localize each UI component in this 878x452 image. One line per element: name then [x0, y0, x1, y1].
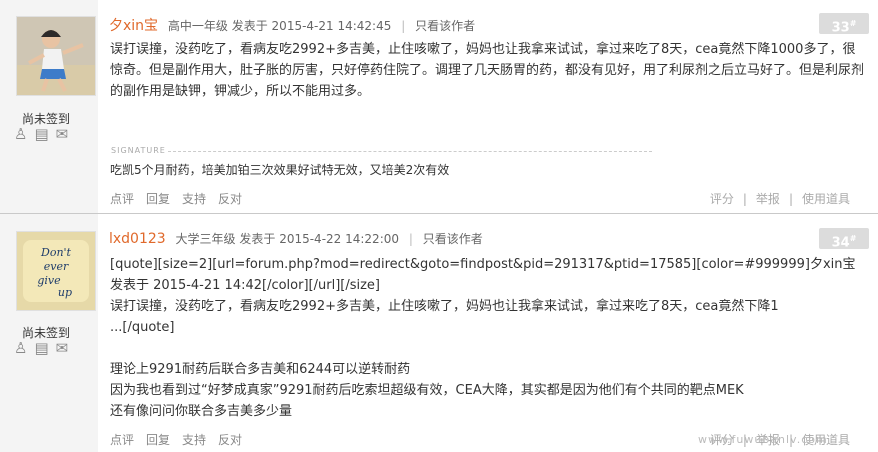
- comment-button[interactable]: 点评: [110, 433, 134, 447]
- post-meta: lxd0123 大学三年级 发表于 2015-4-22 14:22:00 | 只…: [109, 230, 483, 247]
- medal-icon[interactable]: ♙: [14, 339, 34, 357]
- post-body: 误打误撞，没药吃了，看病友吃2992+多吉美，止住咳嗽了，妈妈也让我拿来试试，拿…: [110, 42, 865, 99]
- meta-separator: |: [408, 232, 413, 246]
- profile-icon[interactable]: ▤: [34, 339, 55, 357]
- author-icon-row: ♙▤✉: [14, 125, 75, 143]
- signature-label: SIGNATURE: [111, 146, 166, 155]
- post-time: 发表于 2015-4-21 14:42:45: [231, 19, 392, 33]
- support-button[interactable]: 支持: [182, 433, 206, 447]
- only-author-link[interactable]: 只看该作者: [423, 232, 483, 246]
- use-item-button[interactable]: 使用道具: [802, 192, 850, 206]
- avatar-text-line: ever: [44, 260, 69, 273]
- post-body: [quote][size=2][url=forum.php?mod=redire…: [110, 254, 866, 422]
- site-watermark: www.fuwubanlv.com: [698, 433, 828, 446]
- post-actions-right: 评分 | 举报 | 使用道具: [701, 190, 850, 207]
- author-icon-row: ♙▤✉: [14, 339, 75, 357]
- post-meta: 夕xin宝 高中一年级 发表于 2015-4-21 14:42:45 | 只看该…: [109, 15, 475, 35]
- avatar-photo: [17, 17, 95, 95]
- reply-button[interactable]: 回复: [146, 192, 170, 206]
- actions-separator: |: [788, 192, 793, 206]
- reply-button[interactable]: 回复: [146, 433, 170, 447]
- actions-separator: |: [742, 192, 747, 206]
- avatar-text-line: up: [58, 286, 72, 299]
- author-name[interactable]: lxd0123: [109, 231, 166, 247]
- avatar[interactable]: Don't ever give up: [16, 231, 96, 311]
- quote-end: ...[/quote]: [110, 320, 175, 335]
- medal-icon[interactable]: ♙: [14, 125, 34, 143]
- avatar[interactable]: [16, 16, 96, 96]
- message-icon[interactable]: ✉: [56, 125, 76, 143]
- profile-icon[interactable]: ▤: [34, 125, 55, 143]
- body-line: 理论上9291耐药后联合多吉美和6244可以逆转耐药: [110, 362, 411, 377]
- oppose-button[interactable]: 反对: [218, 192, 242, 206]
- meta-separator: |: [401, 19, 406, 33]
- floor-number[interactable]: 34#: [819, 228, 869, 251]
- signature-divider: [168, 151, 652, 152]
- floor-value: 33: [831, 20, 850, 36]
- quote-body: 误打误撞，没药吃了，看病友吃2992+多吉美，止住咳嗽了，妈妈也让我拿来试试，拿…: [110, 299, 779, 314]
- avatar-text-line: Don't: [40, 246, 72, 259]
- oppose-button[interactable]: 反对: [218, 433, 242, 447]
- floor-number[interactable]: 33#: [819, 13, 869, 36]
- report-button[interactable]: 举报: [756, 192, 780, 206]
- signature-text: 吃凯5个月耐药，培美加铂三次效果好试特无效，又培美2次有效: [110, 163, 450, 177]
- quote-header: [quote][size=2][url=forum.php?mod=redire…: [110, 257, 856, 293]
- support-button[interactable]: 支持: [182, 192, 206, 206]
- author-grade: 大学三年级: [175, 232, 236, 246]
- comment-button[interactable]: 点评: [110, 192, 134, 206]
- body-line: 还有像问问你联合多吉美多少量: [110, 404, 293, 419]
- floor-value: 34: [831, 235, 850, 251]
- post-actions: 点评 回复 支持 反对: [110, 190, 254, 207]
- post-34: Don't ever give up 尚未签到 ♙▤✉ lxd0123 大学三年…: [0, 214, 878, 452]
- rate-button[interactable]: 评分: [710, 192, 734, 206]
- post-actions: 点评 回复 支持 反对: [110, 431, 254, 448]
- only-author-link[interactable]: 只看该作者: [415, 19, 475, 33]
- post-33: 尚未签到 ♙▤✉ 夕xin宝 高中一年级 发表于 2015-4-21 14:42…: [0, 0, 878, 214]
- author-grade: 高中一年级: [167, 19, 228, 33]
- message-icon[interactable]: ✉: [56, 339, 76, 357]
- post-time: 发表于 2015-4-22 14:22:00: [239, 232, 400, 246]
- avatar-image: Don't ever give up: [17, 232, 95, 310]
- author-name[interactable]: 夕xin宝: [109, 18, 158, 34]
- body-line: 因为我也看到过“好梦成真家”9291耐药后吃索坦超级有效，CEA大降，其实都是因…: [110, 383, 744, 398]
